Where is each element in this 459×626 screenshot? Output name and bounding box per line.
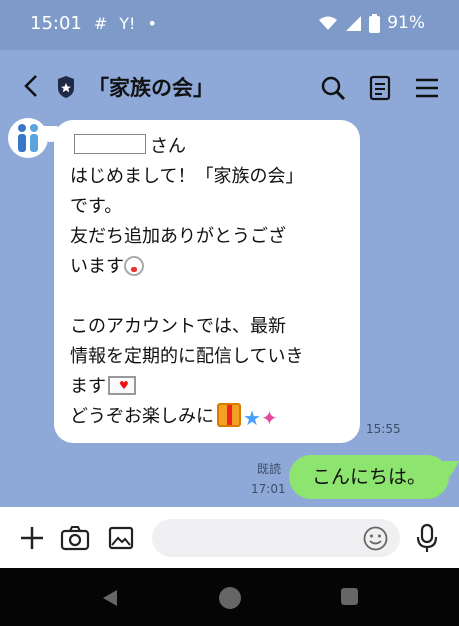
message-line-8: どうぞお楽しみに ★✦ bbox=[70, 402, 344, 433]
signal-icon bbox=[346, 15, 362, 31]
outgoing-time: 17:01 bbox=[251, 482, 286, 496]
android-nav-bar bbox=[0, 568, 459, 626]
battery-percent: 91% bbox=[387, 13, 425, 33]
message-input-bar bbox=[0, 507, 459, 568]
battery-icon bbox=[369, 13, 381, 33]
message-line-5: このアカウントでは、最新 bbox=[70, 316, 286, 337]
redacted-name-box bbox=[74, 134, 146, 154]
message-line-7-text: ます bbox=[70, 376, 106, 397]
message-line-7: ます bbox=[70, 372, 344, 402]
read-receipt: 既読 bbox=[257, 462, 282, 476]
message-line: さん bbox=[70, 132, 344, 162]
greeting-suffix: さん bbox=[150, 136, 186, 157]
love-letter-icon bbox=[108, 376, 136, 395]
family-logo-icon bbox=[9, 119, 47, 157]
incoming-message-bubble: さん はじめまして！「家族の会」 です。 友だち追加ありがとうござ います この… bbox=[54, 120, 360, 443]
menu-icon[interactable] bbox=[414, 76, 440, 100]
gift-icon bbox=[217, 403, 241, 427]
status-time: 15:01 bbox=[30, 13, 82, 34]
status-left: 15:01 # Y! • bbox=[30, 13, 157, 34]
sparkle-stars-icon: ★✦ bbox=[243, 406, 278, 430]
message-line-1: はじめまして！「家族の会」 bbox=[70, 166, 304, 187]
camera-icon[interactable] bbox=[60, 524, 90, 552]
mic-icon[interactable] bbox=[416, 523, 438, 553]
incoming-time: 15:55 bbox=[366, 422, 401, 436]
nav-back-icon[interactable] bbox=[100, 588, 120, 608]
image-icon[interactable] bbox=[107, 524, 135, 552]
message-line-4: います bbox=[70, 252, 344, 282]
wifi-icon bbox=[319, 16, 338, 30]
smile-icon[interactable] bbox=[363, 526, 388, 551]
status-bar: 15:01 # Y! • 91% bbox=[0, 0, 459, 50]
notification-dot-icon: • bbox=[147, 14, 157, 33]
chat-header: 「家族の会」 bbox=[0, 50, 459, 128]
avatar[interactable] bbox=[8, 118, 48, 158]
nav-recents-icon[interactable] bbox=[341, 588, 358, 605]
status-right: 91% bbox=[318, 13, 425, 33]
message-line-3: 友だち追加ありがとうござ bbox=[70, 226, 286, 247]
search-icon[interactable] bbox=[319, 74, 347, 102]
outgoing-message-bubble: こんにちは。 bbox=[289, 455, 449, 499]
yahoo-icon: Y! bbox=[119, 14, 136, 33]
nav-home-icon[interactable] bbox=[219, 587, 241, 609]
back-icon[interactable] bbox=[18, 72, 46, 100]
shield-icon bbox=[58, 76, 74, 98]
surprised-face-icon bbox=[124, 256, 144, 276]
message-line-4-text: います bbox=[70, 256, 124, 277]
message-gap bbox=[70, 282, 344, 312]
message-line-8-text: どうぞお楽しみに bbox=[70, 406, 214, 427]
plus-icon[interactable] bbox=[18, 524, 46, 552]
message-line-2: です。 bbox=[70, 196, 123, 217]
slack-icon: # bbox=[93, 14, 108, 33]
message-line-6: 情報を定期的に配信していき bbox=[70, 346, 304, 367]
chat-title: 「家族の会」 bbox=[88, 76, 214, 100]
note-icon[interactable] bbox=[366, 74, 394, 102]
